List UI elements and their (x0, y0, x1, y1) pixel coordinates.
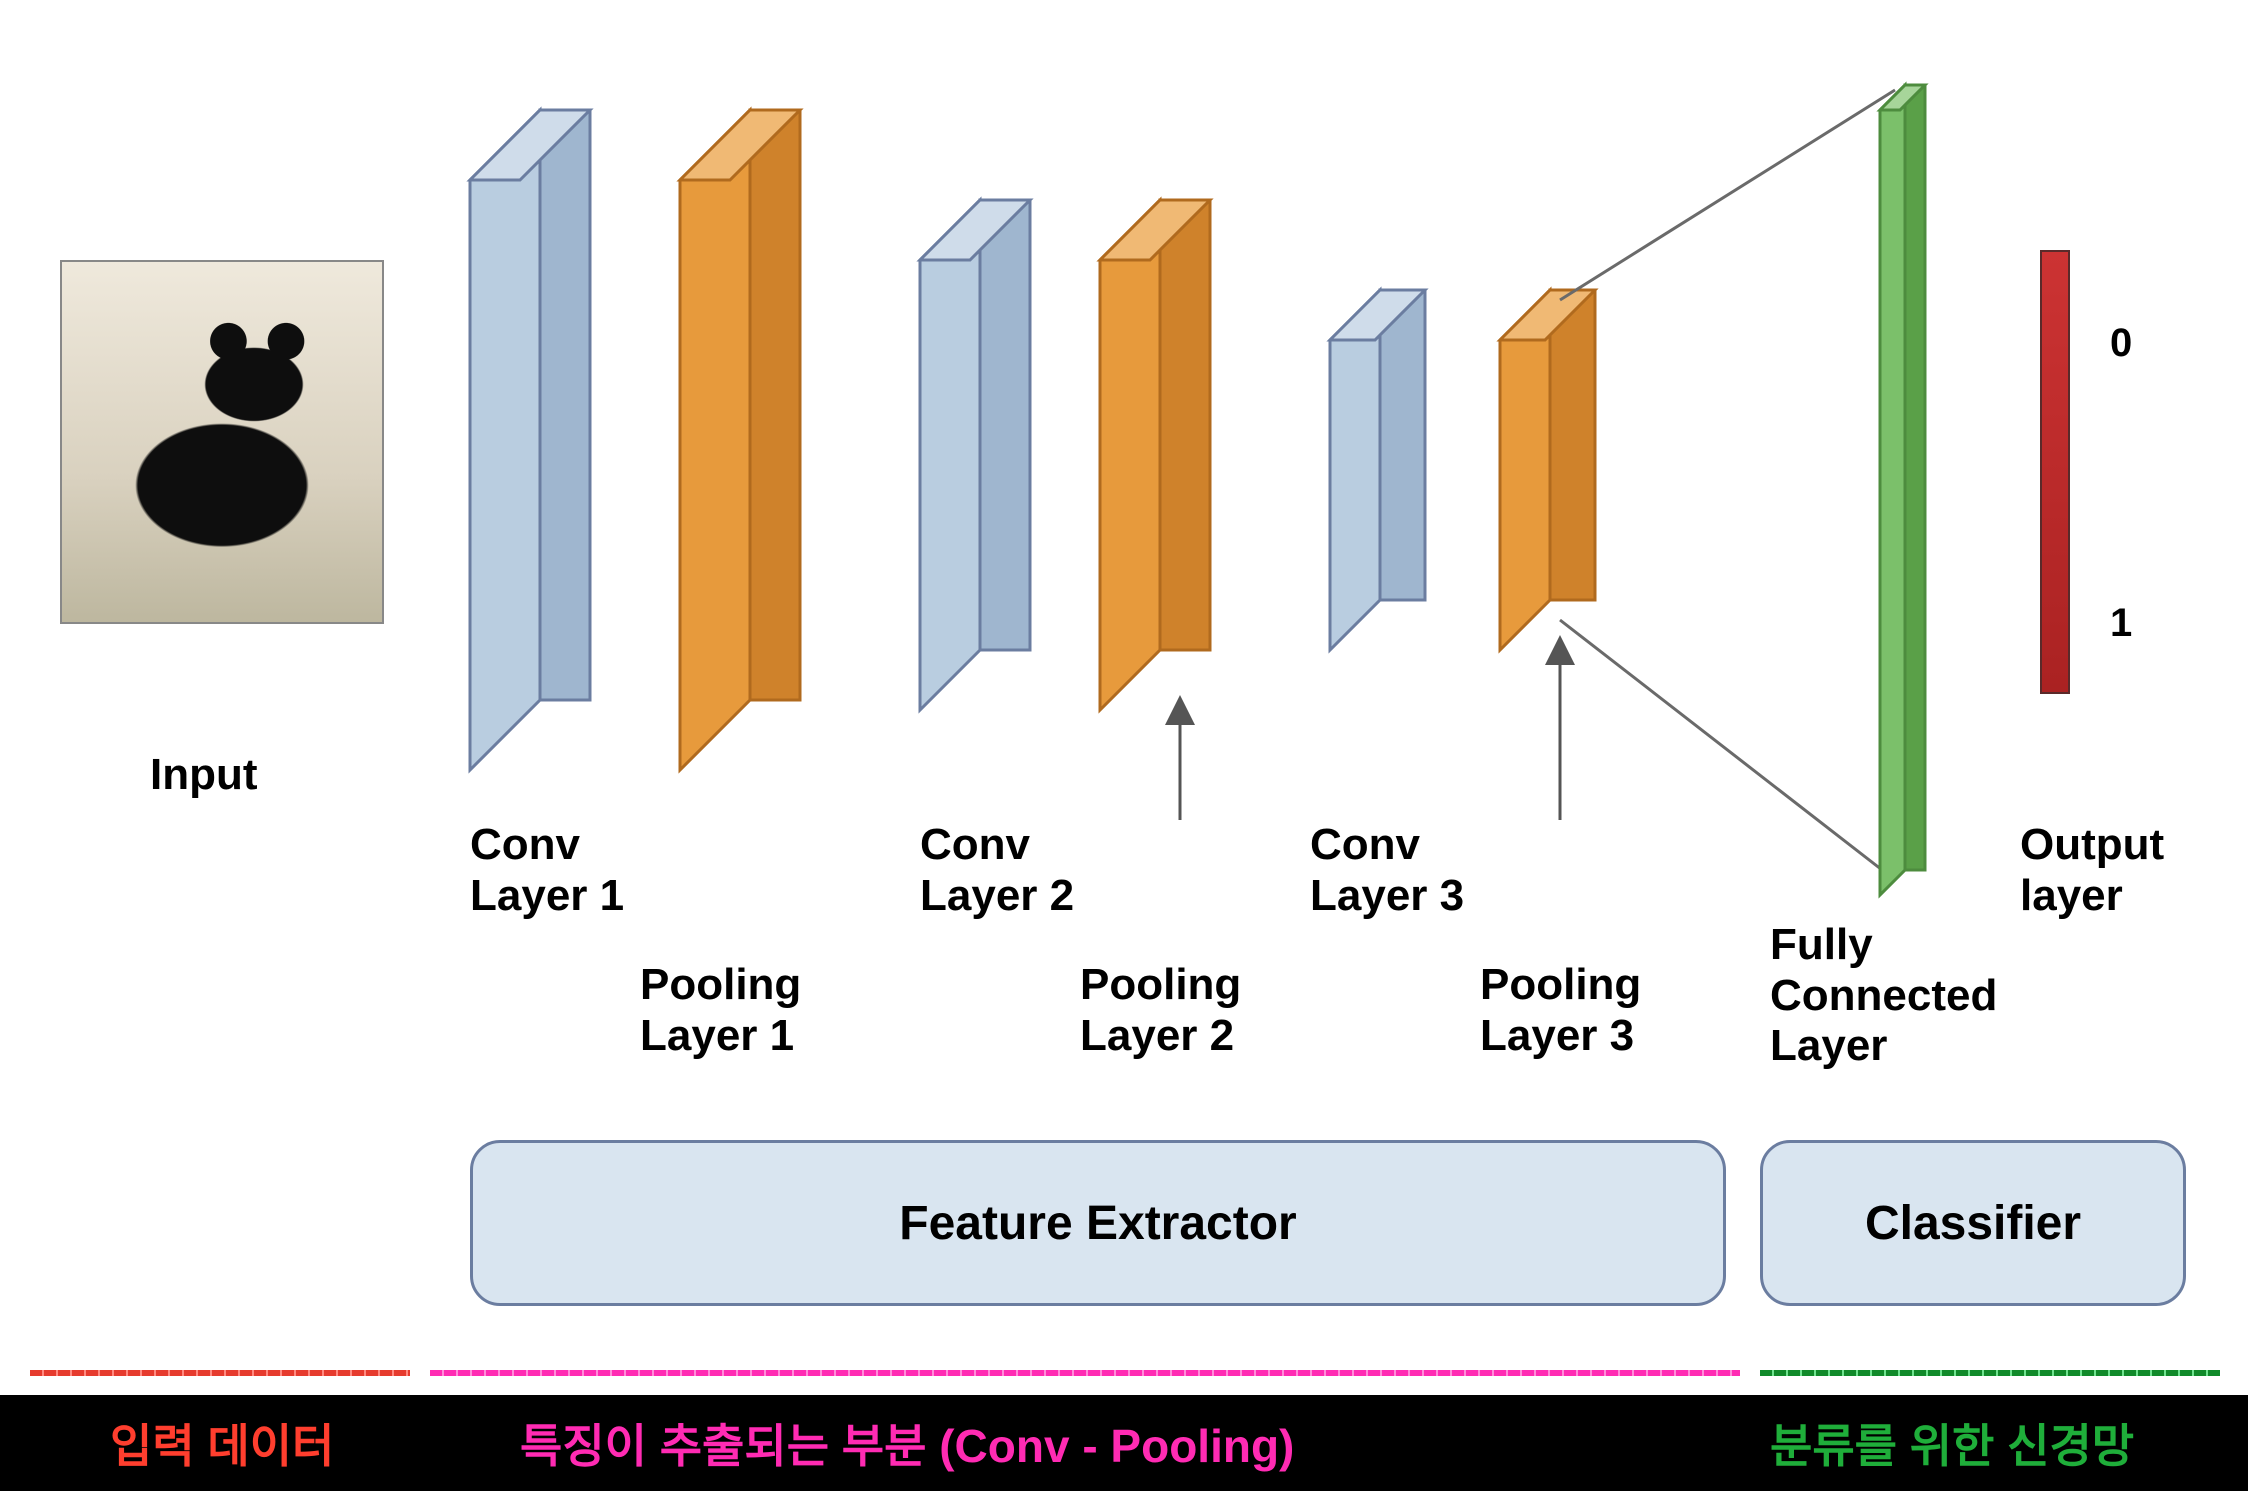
band-green (1760, 1370, 2220, 1376)
pool-layer-2-slab (1100, 200, 1210, 710)
pool-layer-1-slab (680, 110, 800, 770)
pool-layer-3-slab (1500, 290, 1595, 650)
footer-left: 입력 데이터 (110, 1410, 334, 1476)
footer-mid: 특징이 추출되는 부분 (Conv - Pooling) (520, 1410, 1294, 1476)
conv-layer-3-slab (1330, 290, 1425, 650)
classifier-text: Classifier (1865, 1196, 2081, 1251)
band-pink (430, 1370, 1740, 1376)
conv-layer-2-slab (920, 200, 1030, 710)
conv2-label: Conv Layer 2 (920, 820, 1074, 921)
output-zero: 0 (2110, 320, 2132, 366)
footer-right: 분류를 위한 신경망 (1770, 1410, 2134, 1476)
proj-line-bot (1560, 620, 1895, 880)
pool3-label: Pooling Layer 3 (1480, 960, 1641, 1061)
band-red (30, 1370, 410, 1376)
proj-line-top (1560, 90, 1895, 300)
fc-label: Fully Connected Layer (1770, 920, 1997, 1072)
pool2-label: Pooling Layer 2 (1080, 960, 1241, 1061)
feature-extractor-box: Feature Extractor (470, 1140, 1726, 1306)
pool1-label: Pooling Layer 1 (640, 960, 801, 1061)
conv3-label: Conv Layer 3 (1310, 820, 1464, 921)
out-label: Output layer (2020, 820, 2164, 921)
feature-extractor-text: Feature Extractor (899, 1196, 1296, 1251)
black-footer: 입력 데이터 특징이 추출되는 부분 (Conv - Pooling) 분류를 … (0, 1395, 2248, 1491)
fc-layer-slab (1880, 85, 1925, 895)
classifier-box: Classifier (1760, 1140, 2186, 1306)
conv-layer-1-slab (470, 110, 590, 770)
output-one: 1 (2110, 600, 2132, 646)
diagram-stage: Input (0, 0, 2248, 1508)
output-bar (2040, 250, 2070, 694)
conv1-label: Conv Layer 1 (470, 820, 624, 921)
